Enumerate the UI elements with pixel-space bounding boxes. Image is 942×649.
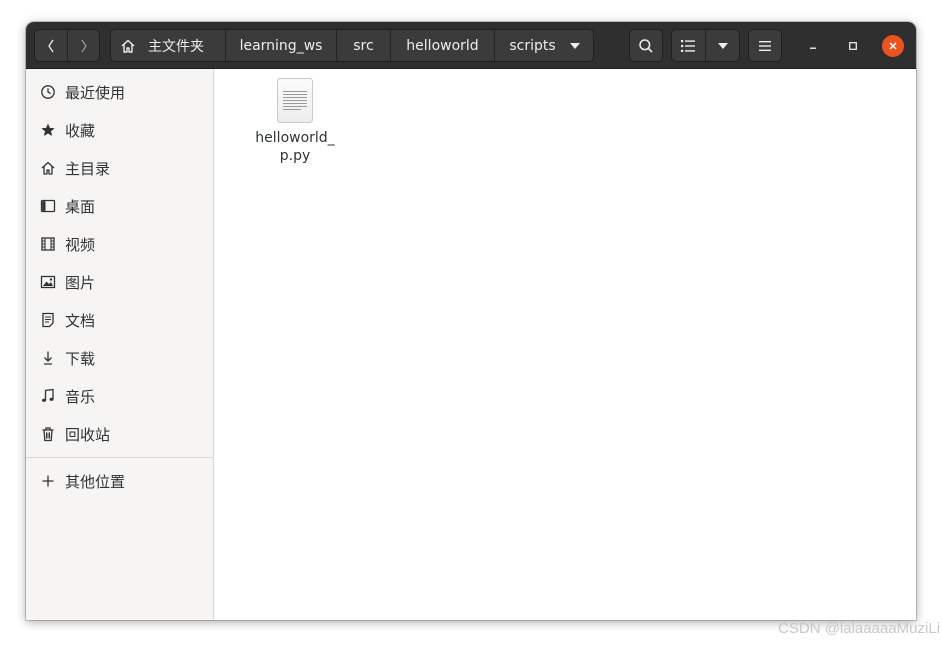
breadcrumb-home-label: 主文件夹 — [148, 38, 204, 55]
list-view-button[interactable] — [671, 29, 705, 62]
breadcrumb-item-learning-ws[interactable]: learning_ws — [225, 29, 336, 62]
breadcrumb-item-scripts[interactable]: scripts — [494, 29, 594, 62]
close-button[interactable] — [882, 35, 904, 57]
view-button-group — [671, 29, 740, 62]
watermark: CSDN @lalaaaaaMuziLi — [778, 620, 940, 637]
list-view-icon — [681, 39, 695, 52]
sidebar-item-videos[interactable]: 视频 — [26, 225, 213, 263]
forward-button[interactable] — [67, 29, 100, 62]
search-button[interactable] — [629, 29, 663, 62]
video-icon — [40, 236, 56, 252]
breadcrumb-item-src[interactable]: src — [336, 29, 390, 62]
minimize-icon — [810, 47, 816, 49]
download-icon — [40, 350, 56, 366]
home-icon — [121, 39, 135, 53]
sidebar-item-label: 音乐 — [65, 387, 96, 406]
sidebar-item-trash[interactable]: 回收站 — [26, 415, 213, 453]
file-manager-window: 主文件夹 learning_ws src helloworld scripts — [26, 22, 916, 620]
plus-icon — [40, 473, 56, 489]
maximize-icon — [849, 42, 857, 50]
breadcrumb: 主文件夹 learning_ws src helloworld scripts — [110, 29, 594, 62]
trash-icon — [40, 426, 56, 442]
sidebar-item-label: 文档 — [65, 311, 96, 330]
caret-down-icon[interactable] — [569, 42, 580, 49]
sidebar-item-label: 桌面 — [65, 197, 96, 216]
sidebar-item-downloads[interactable]: 下载 — [26, 339, 213, 377]
sidebar-item-label: 最近使用 — [65, 83, 126, 102]
document-icon — [40, 312, 56, 328]
file-name: helloworld_p.py — [255, 130, 335, 164]
sidebar-item-documents[interactable]: 文档 — [26, 301, 213, 339]
view-options-button[interactable] — [705, 29, 739, 62]
sidebar-item-other-locations[interactable]: 其他位置 — [26, 462, 213, 500]
back-button[interactable] — [34, 29, 67, 62]
sidebar-item-desktop[interactable]: 桌面 — [26, 187, 213, 225]
sidebar-separator — [26, 457, 213, 458]
chevron-left-icon — [47, 39, 54, 52]
sidebar-item-recent[interactable]: 最近使用 — [26, 73, 213, 111]
breadcrumb-home[interactable]: 主文件夹 — [110, 29, 225, 62]
music-icon — [40, 388, 56, 404]
image-icon — [40, 274, 56, 290]
minimize-button[interactable] — [802, 35, 824, 57]
breadcrumb-label: src — [353, 37, 374, 54]
search-icon — [639, 38, 653, 53]
breadcrumb-label: learning_ws — [239, 37, 323, 54]
hamburger-menu-icon — [759, 40, 771, 51]
search-button-group — [629, 29, 663, 62]
sidebar-item-label: 图片 — [65, 273, 96, 292]
sidebar-item-label: 其他位置 — [65, 472, 126, 491]
navigation-buttons — [34, 29, 100, 62]
sidebar-item-music[interactable]: 音乐 — [26, 377, 213, 415]
breadcrumb-label: scripts — [509, 37, 556, 54]
file-item[interactable]: helloworld_p.py — [251, 77, 339, 165]
breadcrumb-item-helloworld[interactable]: helloworld — [390, 29, 494, 62]
sidebar-item-label: 主目录 — [65, 159, 111, 178]
sidebar-item-label: 视频 — [65, 235, 96, 254]
sidebar-item-starred[interactable]: 收藏 — [26, 111, 213, 149]
sidebar-item-label: 回收站 — [65, 425, 111, 444]
clock-icon — [40, 84, 56, 100]
sidebar-item-label: 下载 — [65, 349, 96, 368]
sidebar-item-home[interactable]: 主目录 — [26, 149, 213, 187]
breadcrumb-label: helloworld — [406, 37, 479, 54]
text-file-icon — [277, 78, 313, 123]
home-icon — [40, 160, 56, 176]
star-icon — [40, 122, 56, 138]
close-icon — [889, 42, 897, 50]
header-bar: 主文件夹 learning_ws src helloworld scripts — [26, 22, 916, 69]
main-menu-button[interactable] — [748, 29, 782, 62]
sidebar: 最近使用 收藏 主目录 桌面 视频 图片 文档 下载 音乐 回收站 其他位置 — [26, 69, 214, 620]
maximize-button[interactable] — [842, 35, 864, 57]
desktop-icon — [40, 198, 56, 214]
chevron-right-icon — [81, 39, 87, 52]
file-view[interactable]: helloworld_p.py — [215, 69, 916, 620]
main-menu-group — [748, 29, 782, 62]
sidebar-item-label: 收藏 — [65, 121, 96, 140]
caret-down-icon — [717, 42, 728, 49]
sidebar-item-pictures[interactable]: 图片 — [26, 263, 213, 301]
